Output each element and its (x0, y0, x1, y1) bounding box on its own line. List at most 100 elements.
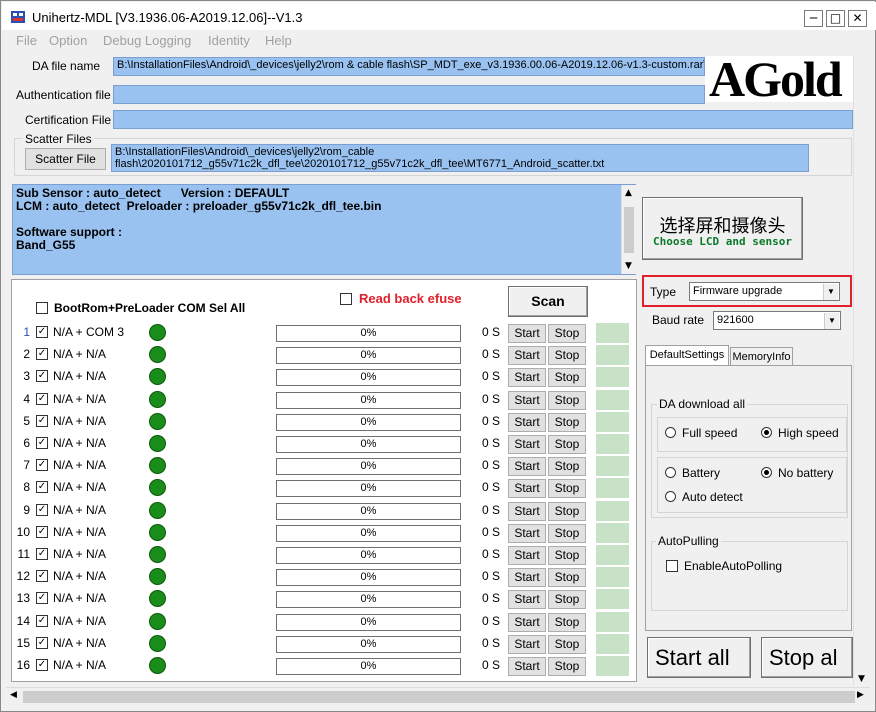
cert-file-field[interactable] (113, 110, 853, 129)
stop-button[interactable]: Stop (548, 391, 586, 410)
da-file-field[interactable]: B:\InstallationFiles\Android\_devices\je… (113, 57, 705, 76)
port-checkbox[interactable]: ✓ (36, 481, 48, 493)
scroll-right-icon[interactable]: ▶ (857, 690, 864, 700)
chevron-down-icon[interactable]: ▼ (824, 313, 839, 329)
start-button[interactable]: Start (508, 479, 546, 498)
port-checkbox[interactable]: ✓ (36, 548, 48, 560)
port-checkbox[interactable]: ✓ (36, 393, 48, 405)
stop-all-button[interactable]: Stop al (761, 637, 853, 678)
info-line: Band_G55 (16, 238, 76, 252)
scroll-left-icon[interactable]: ◀ (10, 690, 17, 700)
auto-detect-radio[interactable] (665, 491, 676, 502)
start-button[interactable]: Start (508, 546, 546, 565)
port-name: N/A + N/A (53, 525, 107, 539)
port-checkbox[interactable]: ✓ (36, 459, 48, 471)
start-button[interactable]: Start (508, 368, 546, 387)
port-checkbox[interactable]: ✓ (36, 415, 48, 427)
stop-button[interactable]: Stop (548, 413, 586, 432)
start-button[interactable]: Start (508, 391, 546, 410)
sel-all-label: BootRom+PreLoader COM Sel All (54, 301, 246, 315)
stop-button[interactable]: Stop (548, 590, 586, 609)
port-row: 14 ✓ N/A + N/A 0% 0 S Start Stop (12, 610, 638, 632)
port-checkbox[interactable]: ✓ (36, 659, 48, 671)
tab-default-settings[interactable]: DefaultSettings (645, 345, 729, 366)
stop-button[interactable]: Stop (548, 479, 586, 498)
menu-file[interactable]: File (16, 33, 37, 48)
auth-file-field[interactable] (113, 85, 705, 104)
stop-button[interactable]: Stop (548, 346, 586, 365)
info-scrollbar[interactable]: ▲ ▼ (621, 185, 636, 274)
scroll-up-icon[interactable]: ▲ (625, 188, 632, 198)
start-button[interactable]: Start (508, 657, 546, 676)
start-button[interactable]: Start (508, 613, 546, 632)
close-button[interactable]: ✕ (848, 10, 867, 27)
stop-button[interactable]: Stop (548, 524, 586, 543)
stop-button[interactable]: Stop (548, 568, 586, 587)
start-all-button[interactable]: Start all (647, 637, 751, 678)
elapsed-time: 0 S (482, 591, 501, 605)
menu-identity[interactable]: Identity (208, 33, 250, 48)
start-button[interactable]: Start (508, 346, 546, 365)
port-checkbox[interactable]: ✓ (36, 592, 48, 604)
start-button[interactable]: Start (508, 590, 546, 609)
port-checkbox[interactable]: ✓ (36, 370, 48, 382)
port-checkbox[interactable]: ✓ (36, 526, 48, 538)
stop-button[interactable]: Stop (548, 457, 586, 476)
scroll-down-icon[interactable]: ▼ (625, 261, 632, 271)
status-led-icon (149, 346, 166, 363)
port-row-number: 11 (17, 547, 30, 561)
scroll-thumb[interactable] (624, 207, 634, 253)
port-checkbox[interactable]: ✓ (36, 570, 48, 582)
menu-option[interactable]: Option (49, 33, 87, 48)
menu-help[interactable]: Help (265, 33, 292, 48)
stop-button[interactable]: Stop (548, 435, 586, 454)
scroll-down-icon[interactable]: ▼ (858, 674, 865, 684)
scan-button[interactable]: Scan (508, 286, 588, 317)
maximize-button[interactable]: □ (826, 10, 845, 27)
baud-rate-select[interactable]: 921600 ▼ (713, 311, 841, 330)
enable-autopolling-checkbox[interactable] (666, 560, 678, 572)
stop-button[interactable]: Stop (548, 324, 586, 343)
start-button[interactable]: Start (508, 568, 546, 587)
start-button[interactable]: Start (508, 413, 546, 432)
hscroll-thumb[interactable] (23, 691, 855, 703)
type-select[interactable]: Firmware upgrade ▼ (689, 282, 840, 301)
window-vscrollbar[interactable]: ▼ (853, 56, 870, 686)
port-checkbox[interactable]: ✓ (36, 504, 48, 516)
stop-button[interactable]: Stop (548, 502, 586, 521)
status-led-icon (149, 368, 166, 385)
chevron-down-icon[interactable]: ▼ (823, 284, 838, 300)
start-button[interactable]: Start (508, 635, 546, 654)
stop-button[interactable]: Stop (548, 546, 586, 565)
scatter-file-button[interactable]: Scatter File (25, 148, 106, 170)
scatter-file-field[interactable]: B:\InstallationFiles\Android\_devices\je… (111, 144, 809, 172)
tab-memory-info[interactable]: MemoryInfo (730, 347, 793, 366)
minimize-button[interactable]: ─ (804, 10, 823, 27)
sel-all-checkbox[interactable] (36, 302, 48, 314)
window-hscrollbar[interactable]: ◀ ▶ (6, 687, 870, 705)
port-checkbox[interactable]: ✓ (36, 437, 48, 449)
high-speed-radio[interactable] (761, 427, 772, 438)
stop-button[interactable]: Stop (548, 657, 586, 676)
read-back-efuse-checkbox[interactable] (340, 293, 352, 305)
full-speed-radio[interactable] (665, 427, 676, 438)
start-button[interactable]: Start (508, 457, 546, 476)
port-checkbox[interactable]: ✓ (36, 637, 48, 649)
stop-button[interactable]: Stop (548, 368, 586, 387)
battery-radio[interactable] (665, 467, 676, 478)
port-checkbox[interactable]: ✓ (36, 348, 48, 360)
stop-button[interactable]: Stop (548, 613, 586, 632)
port-status-indicator (596, 412, 629, 432)
port-status-indicator (596, 589, 629, 609)
choose-lcd-button[interactable]: 选择屏和摄像头 Choose LCD and sensor (642, 197, 803, 260)
start-button[interactable]: Start (508, 435, 546, 454)
port-checkbox[interactable]: ✓ (36, 326, 48, 338)
start-button[interactable]: Start (508, 324, 546, 343)
start-button[interactable]: Start (508, 502, 546, 521)
start-button[interactable]: Start (508, 524, 546, 543)
no-battery-radio[interactable] (761, 467, 772, 478)
menu-debug-logging[interactable]: Debug Logging (103, 33, 191, 48)
progress-bar: 0% (276, 525, 461, 542)
stop-button[interactable]: Stop (548, 635, 586, 654)
port-checkbox[interactable]: ✓ (36, 615, 48, 627)
